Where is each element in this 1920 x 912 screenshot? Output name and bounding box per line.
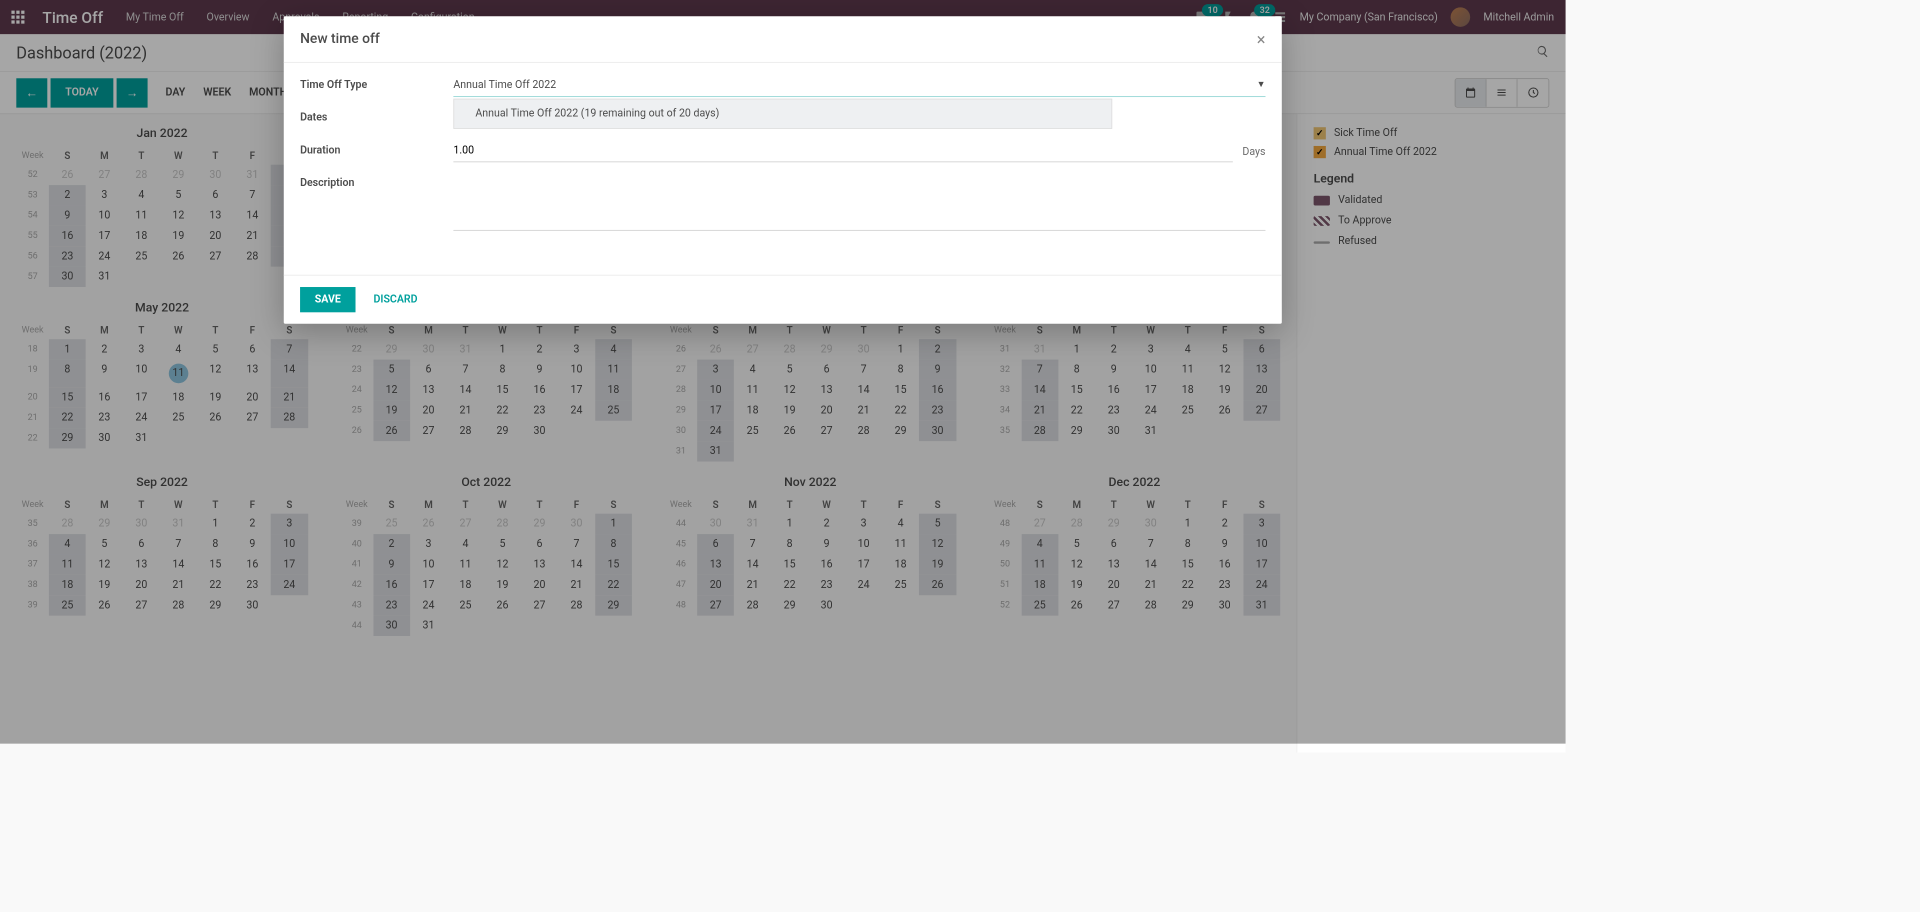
modal-title: New time off (300, 31, 380, 47)
time-off-type-input[interactable] (453, 76, 1265, 97)
discard-button[interactable]: DISCARD (373, 294, 417, 306)
modal-footer: SAVE DISCARD (284, 275, 1282, 324)
duration-input[interactable] (453, 141, 1232, 162)
label-type: Time Off Type (300, 76, 453, 91)
type-dropdown-option[interactable]: Annual Time Off 2022 (19 remaining out o… (453, 99, 1112, 129)
label-duration: Duration (300, 141, 453, 156)
label-description: Description (300, 174, 453, 189)
modal-header: New time off × (284, 16, 1282, 62)
close-icon[interactable]: × (1257, 29, 1266, 49)
label-dates: Dates (300, 108, 453, 123)
modal-body: Time Off Type ▼ Annual Time Off 2022 (19… (284, 63, 1282, 275)
duration-unit: Days (1242, 146, 1265, 158)
description-input[interactable] (453, 208, 1265, 231)
save-button[interactable]: SAVE (300, 287, 355, 312)
modal-overlay[interactable]: New time off × Time Off Type ▼ Annual Ti… (0, 0, 1566, 744)
new-time-off-modal: New time off × Time Off Type ▼ Annual Ti… (284, 16, 1282, 323)
